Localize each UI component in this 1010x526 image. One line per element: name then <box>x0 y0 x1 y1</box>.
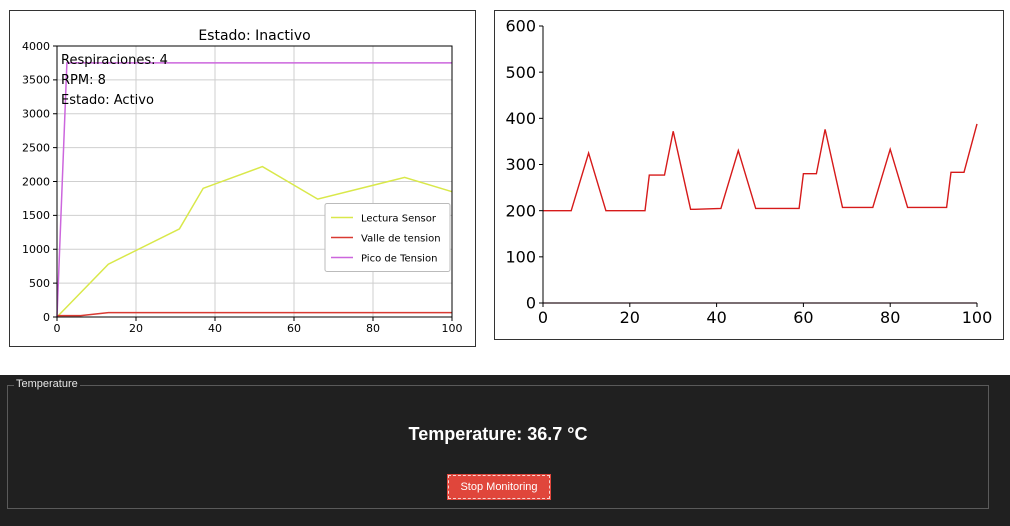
chart-title: Estado: Inactivo <box>198 28 310 44</box>
breathing-chart: 0 20 40 60 80 1000500100015002000250030003500… <box>22 28 463 335</box>
breathing-chart-panel: 0 20 40 60 80 100 0 500 1000 1500 2000 2500 3000 3500… <box>9 10 476 347</box>
y-tick-label: 4000 <box>22 40 50 53</box>
x-tick-label: 20 <box>129 322 143 335</box>
x-tick-label: 80 <box>366 322 380 335</box>
temperature-readout: Temperature: 36.7 °C <box>408 424 588 444</box>
pressure-chart-panel: 0 20 40 60 80 100 0 100 200 300 400 500 600 <box>494 10 1004 340</box>
legend-label: Valle de tension <box>361 234 441 245</box>
y-tick-label: 0 <box>43 311 50 324</box>
series-line-1 <box>543 123 978 212</box>
legend-label: Pico de Tension <box>361 254 437 265</box>
stop-monitoring-button[interactable]: Stop Monitoring <box>447 474 551 500</box>
y-tick-label: 100 <box>505 247 536 266</box>
x-tick-label: 100 <box>962 308 993 327</box>
x-tick-label: 20 <box>620 308 640 327</box>
temperature-group-legend: Temperature <box>14 378 80 390</box>
x-tick-label: 100 <box>442 322 463 335</box>
x-tick-label: 0 <box>54 322 61 335</box>
chart-annotation: Respiraciones: 4 <box>61 53 168 68</box>
x-tick-label: 40 <box>706 308 726 327</box>
x-tick-label: 60 <box>793 308 813 327</box>
y-tick-label: 3500 <box>22 74 50 87</box>
chart-annotation: Estado: Activo <box>61 93 154 108</box>
y-tick-label: 2500 <box>22 141 50 154</box>
y-tick-label: 1000 <box>22 243 50 256</box>
legend-label: Lectura Sensor <box>361 214 437 225</box>
y-tick-label: 300 <box>505 155 536 174</box>
y-tick-label: 600 <box>505 17 536 36</box>
y-tick-label: 500 <box>505 63 536 82</box>
x-tick-label: 40 <box>208 322 222 335</box>
y-tick-label: 400 <box>505 109 536 128</box>
x-tick-label: 0 <box>538 308 548 327</box>
y-tick-label: 1500 <box>22 209 50 222</box>
series-line-2 <box>57 311 452 317</box>
chart-annotation: RPM: 8 <box>61 73 106 88</box>
y-tick-label: 200 <box>505 201 536 220</box>
temperature-section: Temperature Temperature: 36.7 °C Stop Mo… <box>0 375 1010 526</box>
y-tick-label: 3000 <box>22 108 50 121</box>
temperature-group: Temperature Temperature: 36.7 °C Stop Mo… <box>7 378 989 509</box>
x-tick-label: 80 <box>880 308 900 327</box>
y-tick-label: 2000 <box>22 175 50 188</box>
pressure-chart: 0 20 40 60 80 100 0 100 200 300 400 500 600 <box>505 17 993 327</box>
x-tick-label: 60 <box>287 322 301 335</box>
y-tick-label: 0 <box>526 294 536 313</box>
y-tick-label: 500 <box>29 277 50 290</box>
